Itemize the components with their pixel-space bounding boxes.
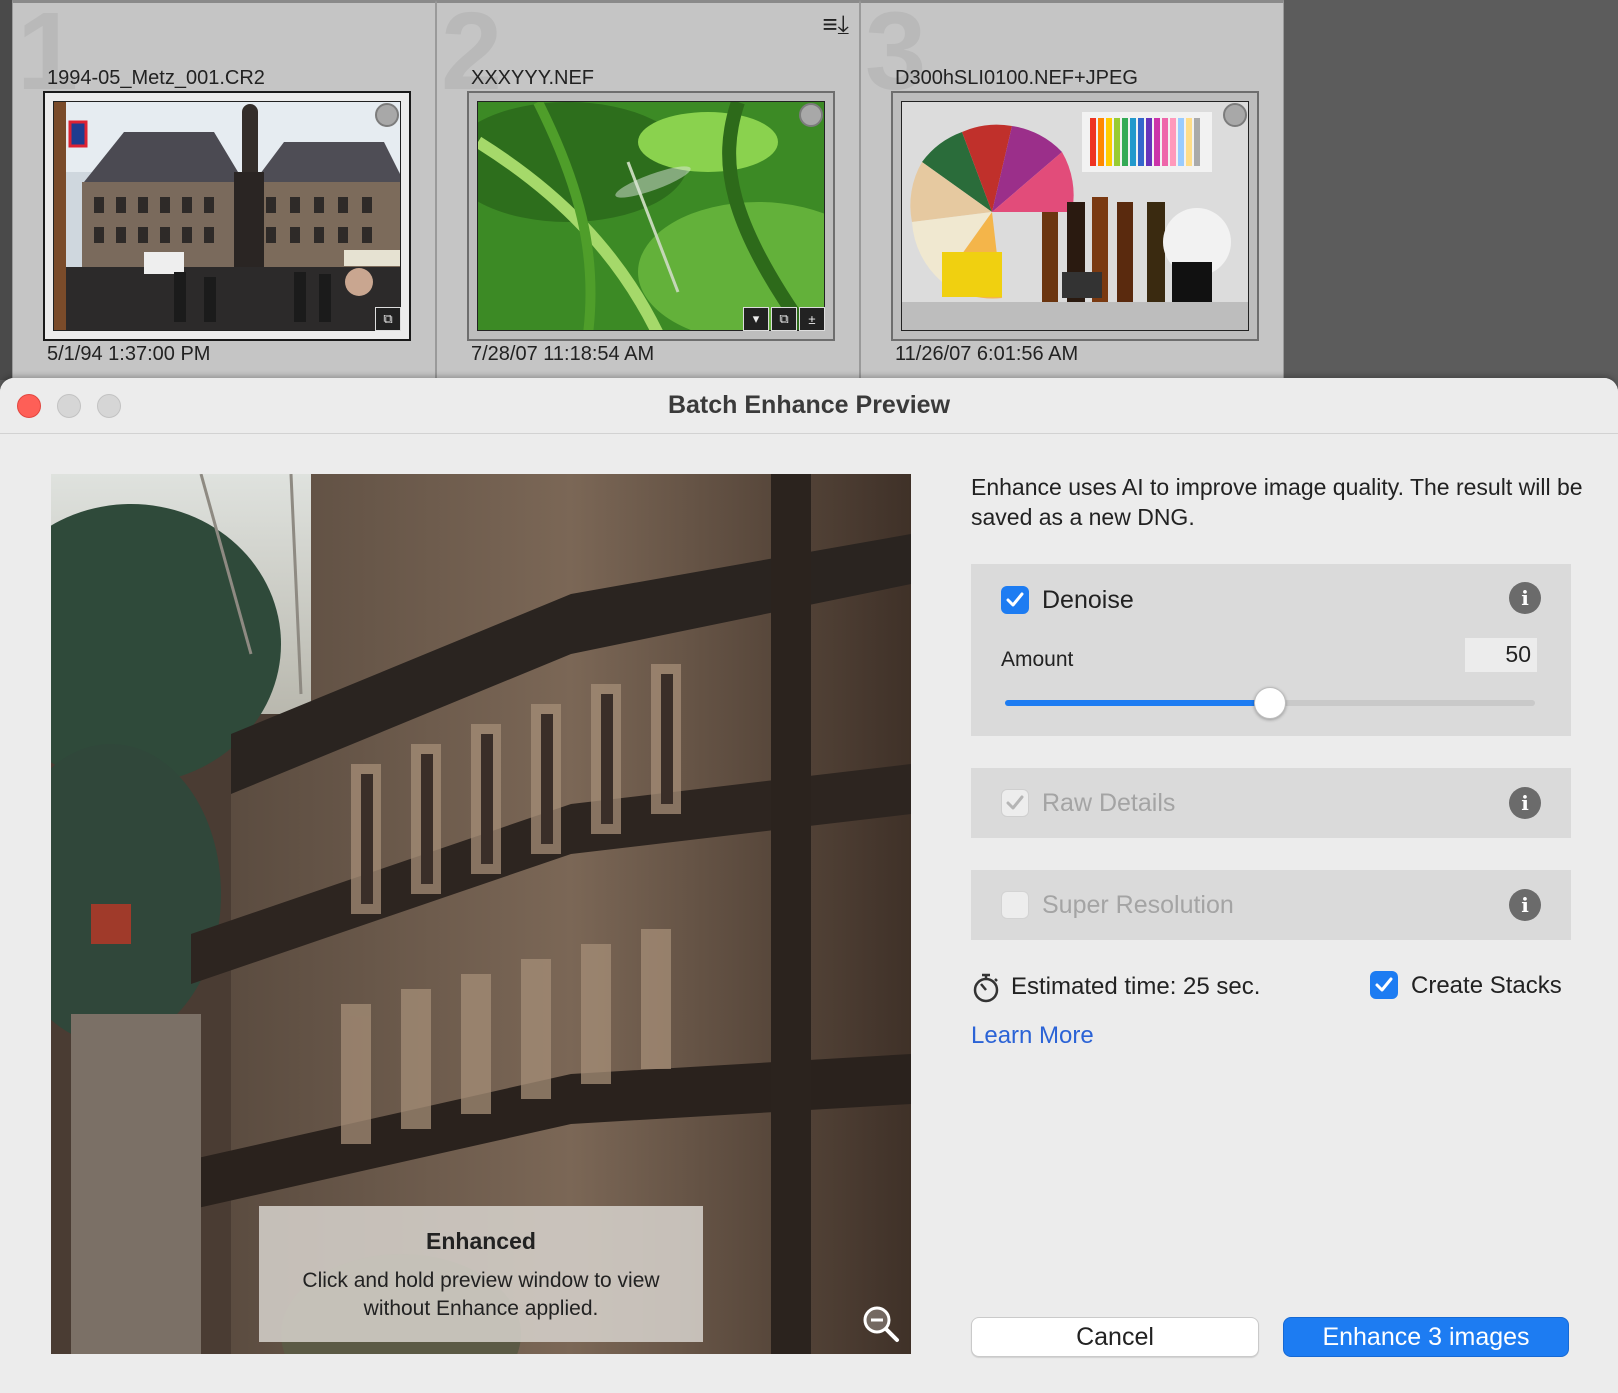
amount-label: Amount (1001, 648, 1074, 671)
super-resolution-checkbox[interactable] (1001, 891, 1029, 919)
titlebar: Batch Enhance Preview (0, 378, 1618, 434)
stack-badge-icon[interactable]: ⧉ (375, 307, 401, 331)
thumbnail-frame[interactable] (891, 91, 1259, 341)
super-resolution-section: Super Resolution i (971, 870, 1571, 940)
raw-details-label: Raw Details (1042, 789, 1176, 817)
estimated-time: Estimated time: 25 sec. (1011, 973, 1261, 1000)
stack-badge-icon[interactable]: ⧉ (771, 307, 797, 331)
dialog-title: Batch Enhance Preview (667, 391, 951, 419)
selection-circle-icon[interactable] (799, 103, 823, 127)
thumbnail-image (477, 101, 825, 331)
thumbnail-badges: ⧉ (375, 307, 401, 331)
grid-cell-2[interactable]: 2 ≡⤓ XXXYYY.NEF ▾ ⧉ ± 7/28/07 11:18:54 A… (436, 0, 860, 380)
grid-left-edge (0, 0, 12, 380)
enhanced-overlay: Enhanced Click and hold preview window t… (259, 1206, 703, 1342)
cell-date: 5/1/94 1:37:00 PM (47, 343, 211, 365)
overlay-hint: Click and hold preview window to view wi… (302, 1269, 660, 1320)
thumbnail-frame[interactable]: ▾ ⧉ ± (467, 91, 835, 341)
stopwatch-icon (973, 973, 999, 1003)
develop-adjusted-badge-icon[interactable]: ± (799, 307, 825, 331)
super-resolution-info-icon[interactable]: i (1509, 889, 1541, 921)
description-text: Enhance uses AI to improve image quality… (971, 474, 1583, 530)
cell-filename: D300hSLI0100.NEF+JPEG (895, 67, 1138, 89)
cell-filename: 1994-05_Metz_001.CR2 (47, 67, 265, 89)
grid-cell-3[interactable]: 3 D300hSLI0100.NEF+JPEG 11/26/07 6:01:56… (860, 0, 1284, 380)
sort-order-icon[interactable]: ≡⤓ (822, 9, 849, 41)
create-stacks-checkbox[interactable] (1370, 971, 1398, 999)
amount-value-field[interactable]: 50 (1465, 638, 1537, 672)
zoom-out-icon[interactable] (861, 1304, 901, 1344)
cell-date: 11/26/07 6:01:56 AM (895, 343, 1079, 365)
enhance-preview[interactable]: Enhanced Click and hold preview window t… (51, 474, 911, 1354)
amount-slider-fill (1005, 700, 1270, 706)
denoise-label: Denoise (1042, 586, 1134, 614)
overlay-title: Enhanced (426, 1228, 536, 1254)
denoise-info-icon[interactable]: i (1509, 582, 1541, 614)
cell-filename: XXXYYY.NEF (471, 67, 595, 89)
denoise-checkbox[interactable] (1001, 586, 1029, 614)
enhance-images-button[interactable]: Enhance 3 images (1283, 1317, 1569, 1357)
create-stacks-label: Create Stacks (1411, 972, 1562, 999)
denoise-section: Denoise i Amount 50 (971, 564, 1571, 736)
batch-enhance-dialog: Batch Enhance Preview Enhanced Click and… (0, 378, 1618, 1393)
amount-slider-thumb[interactable] (1254, 687, 1286, 719)
thumbnail-frame[interactable]: ⧉ (43, 91, 411, 341)
cancel-button[interactable]: Cancel (971, 1317, 1259, 1357)
selection-circle-icon[interactable] (375, 103, 399, 127)
thumbnail-image (53, 101, 401, 331)
super-resolution-label: Super Resolution (1042, 891, 1234, 919)
cell-date: 7/28/07 11:18:54 AM (471, 343, 655, 365)
amount-slider[interactable] (1005, 687, 1535, 719)
selection-circle-icon[interactable] (1223, 103, 1247, 127)
grid-cell-1[interactable]: 1 1994-05_Metz_001.CR2 ⧉ 5/1/94 1:37:00 … (12, 0, 436, 380)
thumbnail-badges: ▾ ⧉ ± (743, 307, 825, 331)
raw-details-section: Raw Details i (971, 768, 1571, 838)
comment-badge-icon[interactable]: ▾ (743, 307, 769, 331)
raw-details-checkbox[interactable] (1001, 789, 1029, 817)
thumbnail-image (901, 101, 1249, 331)
library-grid: 1 1994-05_Metz_001.CR2 ⧉ 5/1/94 1:37:00 … (0, 0, 1618, 380)
raw-details-info-icon[interactable]: i (1509, 787, 1541, 819)
learn-more-link[interactable]: Learn More (971, 1022, 1094, 1050)
